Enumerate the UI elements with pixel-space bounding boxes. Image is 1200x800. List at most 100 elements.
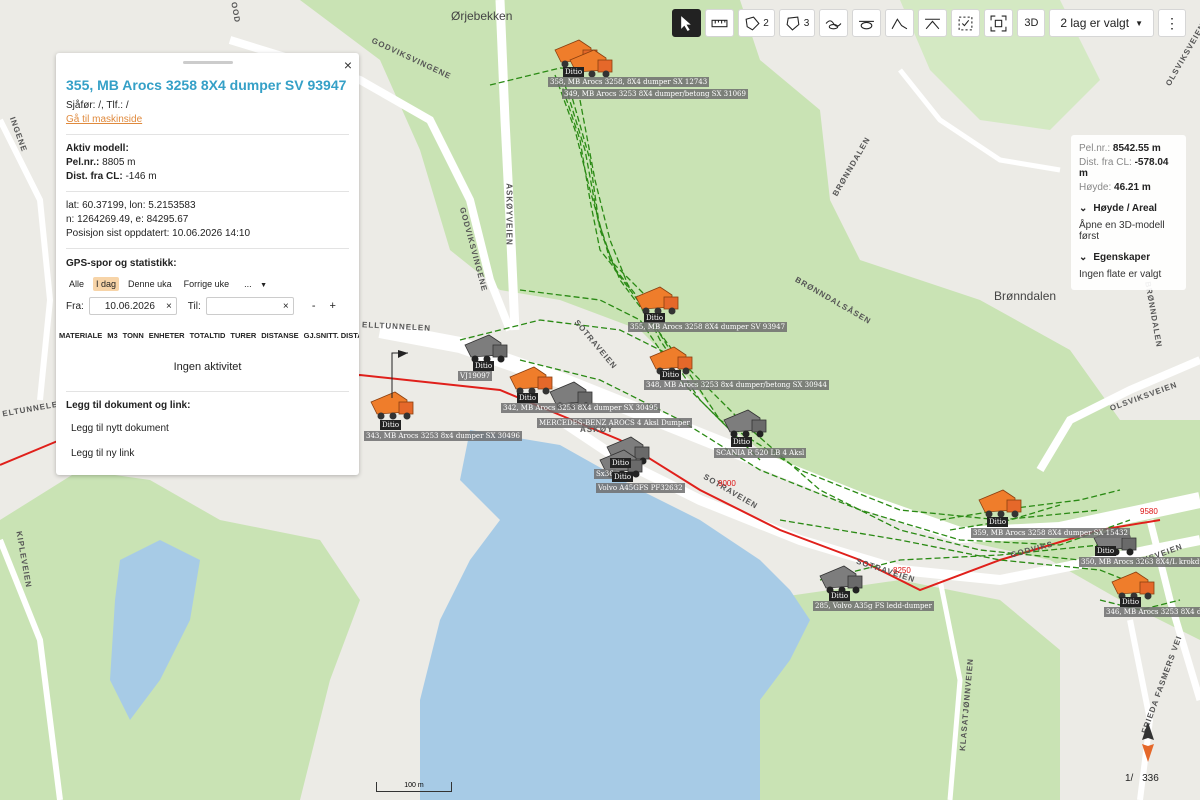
ruler-icon xyxy=(711,19,728,27)
machine-label[interactable]: 342, MB Arocs 3253 8X4 dumper SX 30495 xyxy=(501,403,660,413)
road xyxy=(0,118,54,401)
from-label: Fra: xyxy=(66,300,84,312)
polygon-icon xyxy=(786,16,800,31)
close-icon[interactable]: × xyxy=(344,57,352,73)
from-date-input[interactable]: 10.06.2026 × xyxy=(88,297,177,315)
select-tool-button[interactable] xyxy=(672,9,702,37)
profile-tool-button[interactable] xyxy=(819,9,849,37)
ditio-tag[interactable]: Ditio xyxy=(473,361,495,371)
ditio-tag[interactable]: Ditio xyxy=(660,370,682,380)
driver-info: Sjåfør: /, Tlf.: / xyxy=(66,100,129,111)
dist-row: Dist. fra CL: -578.04 m xyxy=(1079,157,1178,179)
machine-label[interactable]: VJ19097 xyxy=(458,371,493,381)
machine-label[interactable]: MERCEDES-BENZ AROCS 4 Aksl Dumper xyxy=(537,418,692,428)
view-3d-button[interactable]: 3D xyxy=(1017,9,1046,37)
terrain-tool-button[interactable] xyxy=(885,9,915,37)
ditio-tag[interactable]: Ditio xyxy=(517,393,539,403)
ditio-tag[interactable]: Ditio xyxy=(380,420,402,430)
section-text: Åpne en 3D-modell først xyxy=(1079,220,1165,242)
height-value: 46.21 m xyxy=(1114,182,1151,193)
ditio-tag[interactable]: Ditio xyxy=(987,517,1009,527)
ditio-tag[interactable]: Ditio xyxy=(731,437,753,447)
cross-section-tool-button[interactable] xyxy=(918,9,948,37)
add-link-button[interactable]: Legg til ny link xyxy=(66,448,349,459)
tab-this-week[interactable]: Denne uka xyxy=(125,277,175,291)
col-header: GJ.SNITT. DISTANS xyxy=(303,331,359,340)
tab-more[interactable]: ... ▼ xyxy=(238,277,273,291)
machine-label[interactable]: 359, MB Arocs 3258 8X4 dumper SX 15432 xyxy=(971,528,1130,538)
measure-tool-button[interactable] xyxy=(705,9,735,37)
chainage-label: 8250 xyxy=(893,566,911,575)
machine-label[interactable]: SCANIA R 520 LB 4 Aksl xyxy=(714,448,807,458)
pel-value: 8805 m xyxy=(102,157,136,168)
caret-down-icon: ▼ xyxy=(260,282,268,289)
machine-label[interactable]: 355, MB Arocs 3258 8X4 dumper SV 93947 xyxy=(628,322,788,332)
volume-icon xyxy=(859,20,875,29)
clear-icon[interactable]: × xyxy=(283,301,289,312)
updated-time: Posisjon sist oppdatert: 10.06.2026 14:1… xyxy=(66,228,251,239)
chevron-down-icon: ⌄ xyxy=(1079,203,1088,214)
col-header: TURER xyxy=(230,331,257,340)
machine-label[interactable]: 343, MB Arocs 3253 8x4 dumper SX 30496 xyxy=(364,431,522,441)
docs-label: Legg til dokument og link: xyxy=(66,400,191,411)
plus-button[interactable]: + xyxy=(326,300,340,312)
chainage-label: 9000 xyxy=(718,479,736,488)
properties-section[interactable]: ⌄ Egenskaper xyxy=(1079,252,1178,263)
dist-value: -146 m xyxy=(125,171,157,182)
select-area-button[interactable] xyxy=(951,9,981,37)
ditio-tag[interactable]: Ditio xyxy=(610,458,632,468)
volume-tool-button[interactable] xyxy=(852,9,882,37)
machine-label[interactable]: 346, MB Arocs 3253 8X4 dum xyxy=(1104,607,1200,617)
map-toolbar: 2 3 3D 2 lag er valgt ▼ ⋮ xyxy=(672,9,1186,37)
page-indicator: 1/ 336 xyxy=(1125,773,1159,784)
road-label: ASKØYVEIEN xyxy=(504,183,514,246)
tab-all[interactable]: Alle xyxy=(66,277,87,291)
layers-label: 2 lag er valgt xyxy=(1060,16,1130,30)
cursor-icon xyxy=(681,15,691,31)
ditio-tag[interactable]: Ditio xyxy=(563,67,585,77)
gps-label: GPS-spor og statistikk: xyxy=(66,258,177,269)
height-row: Høyde: 46.21 m xyxy=(1079,182,1178,193)
section-title: Egenskaper xyxy=(1093,252,1151,263)
machine-label[interactable]: 358, MB Arocs 3258, 8X4 dumper SX 12743 xyxy=(548,77,710,87)
layers-dropdown[interactable]: 2 lag er valgt ▼ xyxy=(1049,9,1154,37)
col-header: TONN xyxy=(122,331,144,340)
fit-view-button[interactable] xyxy=(984,9,1014,37)
machine-label[interactable]: 348, MB Arocs 3253 8x4 dumper/betong SX … xyxy=(644,380,829,390)
polygon-tool-button[interactable]: 2 xyxy=(738,9,775,37)
drag-handle[interactable] xyxy=(182,61,233,64)
clear-icon[interactable]: × xyxy=(166,301,172,312)
compass-icon[interactable] xyxy=(1140,722,1156,762)
machine-label[interactable]: 349, MB Arocs 3253 8X4 dumper/betong SX … xyxy=(562,89,748,99)
active-model-label: Aktiv modell: xyxy=(66,143,129,154)
period-tabs: Alle I dag Denne uka Forrige uke ... ▼ xyxy=(66,277,349,291)
section-text: Ingen flate er valgt xyxy=(1079,269,1162,280)
machine-title: 355, MB Arocs 3258 8X4 dumper SV 93947 xyxy=(66,77,347,93)
machine-page-link[interactable]: Gå til maskinside xyxy=(66,113,349,127)
terrain-icon xyxy=(891,17,908,29)
minus-button[interactable]: - xyxy=(307,300,321,312)
height-area-section[interactable]: ⌄ Høyde / Areal xyxy=(1079,203,1178,214)
lat-lon: lat: 60.37199, lon: 5.2153583 xyxy=(66,200,196,211)
tab-last-week[interactable]: Forrige uke xyxy=(181,277,233,291)
machine-label[interactable]: Volvo A45GFS PF32632 xyxy=(596,483,685,493)
ditio-tag[interactable]: Ditio xyxy=(1120,597,1142,607)
chainage-label: 9580 xyxy=(1140,507,1158,516)
to-label: Til: xyxy=(187,300,201,312)
ditio-tag[interactable]: Ditio xyxy=(829,591,851,601)
caret-down-icon: ▼ xyxy=(1135,18,1143,28)
to-date-input[interactable]: × xyxy=(205,297,294,315)
add-document-button[interactable]: Legg til nytt dokument xyxy=(66,423,349,434)
more-label: ... xyxy=(244,279,252,289)
tab-today[interactable]: I dag xyxy=(93,277,120,291)
date-range: Fra: 10.06.2026 × Til: × - + xyxy=(66,297,349,315)
ditio-tag[interactable]: Ditio xyxy=(612,472,634,482)
machine-label[interactable]: 350, MB Arocs 3263 8X4/L krokdump xyxy=(1079,557,1200,567)
col-header: TOTALTID xyxy=(189,331,226,340)
polygon-tool-button-b[interactable]: 3 xyxy=(778,9,816,37)
more-menu-button[interactable]: ⋮ xyxy=(1158,9,1186,37)
col-header: M3 xyxy=(107,331,118,340)
ditio-tag[interactable]: Ditio xyxy=(1095,546,1117,556)
machine-label[interactable]: 285, Volvo A35g FS ledd-dumper xyxy=(813,601,934,611)
polygon-count: 3 xyxy=(803,17,810,29)
